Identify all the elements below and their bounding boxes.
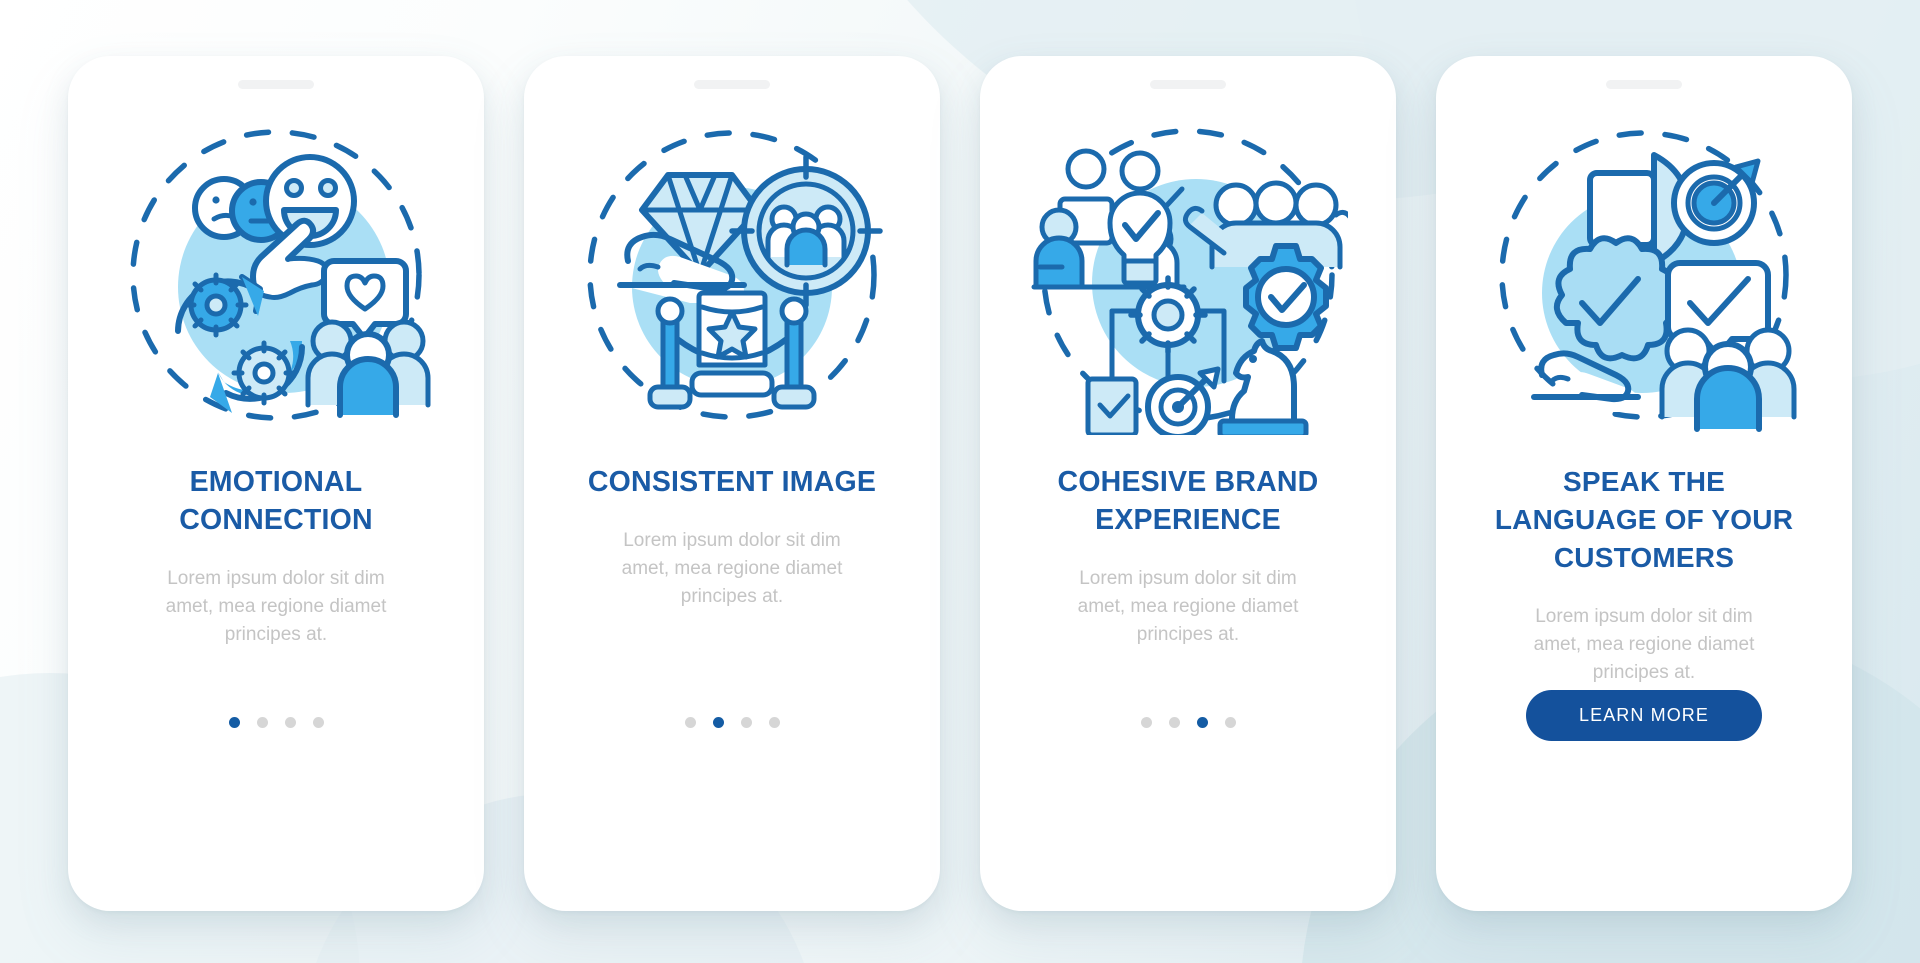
onboarding-screen-emotional-connection: EMOTIONAL CONNECTION Lorem ipsum dolor s… <box>68 56 484 911</box>
page-description: Lorem ipsum dolor sit dim amet, mea regi… <box>1533 606 1755 683</box>
pagination-dots[interactable] <box>228 717 324 728</box>
screen-footer: LEARN MORE <box>1526 690 1762 741</box>
page-title: COHESIVE BRAND EXPERIENCE <box>1057 466 1319 536</box>
screen-footer <box>684 717 780 728</box>
pagination-dot-4[interactable] <box>312 717 324 728</box>
onboarding-screen-speak-the-language: SPEAK THE LANGUAGE OF YOUR CUSTOMERS Lor… <box>1436 56 1852 911</box>
pagination-dot-1[interactable] <box>684 717 696 728</box>
pagination-dot-1[interactable] <box>228 717 240 728</box>
page-description: Lorem ipsum dolor sit dim amet, mea regi… <box>621 530 843 607</box>
gear-icon-upper <box>183 272 249 338</box>
page-title: SPEAK THE LANGUAGE OF YOUR CUSTOMERS <box>1494 466 1794 573</box>
pagination-dot-1[interactable] <box>1140 717 1152 728</box>
phone-speaker-bar <box>1150 80 1226 89</box>
people-group-icon <box>1659 327 1797 432</box>
checklist-icon <box>1085 376 1139 435</box>
onboarding-screens-row: EMOTIONAL CONNECTION Lorem ipsum dolor s… <box>0 0 1920 963</box>
page-description: Lorem ipsum dolor sit dim amet, mea regi… <box>165 568 387 645</box>
pagination-dots[interactable] <box>1140 717 1236 728</box>
page-description: Lorem ipsum dolor sit dim amet, mea regi… <box>1077 568 1299 645</box>
page-title: EMOTIONAL CONNECTION <box>179 466 373 536</box>
pagination-dot-3[interactable] <box>284 717 296 728</box>
gear-icon-lower <box>231 340 297 406</box>
people-group-icon <box>305 319 431 418</box>
screen-footer <box>228 717 324 728</box>
pagination-dot-2[interactable] <box>256 717 268 728</box>
pagination-dot-3[interactable] <box>740 717 752 728</box>
pagination-dot-2[interactable] <box>1168 717 1180 728</box>
pagination-dot-4[interactable] <box>768 717 780 728</box>
onboarding-screen-cohesive-brand-experience: COHESIVE BRAND EXPERIENCE Lorem ipsum do… <box>980 56 1396 911</box>
speak-the-language-illustration <box>1484 115 1804 435</box>
page-title: CONSISTENT IMAGE <box>587 466 877 498</box>
onboarding-screen-consistent-image: CONSISTENT IMAGE Lorem ipsum dolor sit d… <box>524 56 940 911</box>
pagination-dot-2[interactable] <box>712 717 724 728</box>
screen-footer <box>1140 717 1236 728</box>
pagination-dots[interactable] <box>684 717 780 728</box>
target-dart-icon <box>1671 158 1761 246</box>
phone-speaker-bar <box>694 80 770 89</box>
pagination-dot-3[interactable] <box>1196 717 1208 728</box>
phone-speaker-bar <box>238 80 314 89</box>
star-product-icon <box>689 290 775 398</box>
cohesive-brand-experience-illustration <box>1028 115 1348 435</box>
learn-more-button[interactable]: LEARN MORE <box>1526 690 1762 741</box>
emotional-connection-illustration <box>116 115 436 435</box>
pagination-dot-4[interactable] <box>1224 717 1236 728</box>
consistent-image-illustration <box>572 115 892 435</box>
phone-speaker-bar <box>1606 80 1682 89</box>
